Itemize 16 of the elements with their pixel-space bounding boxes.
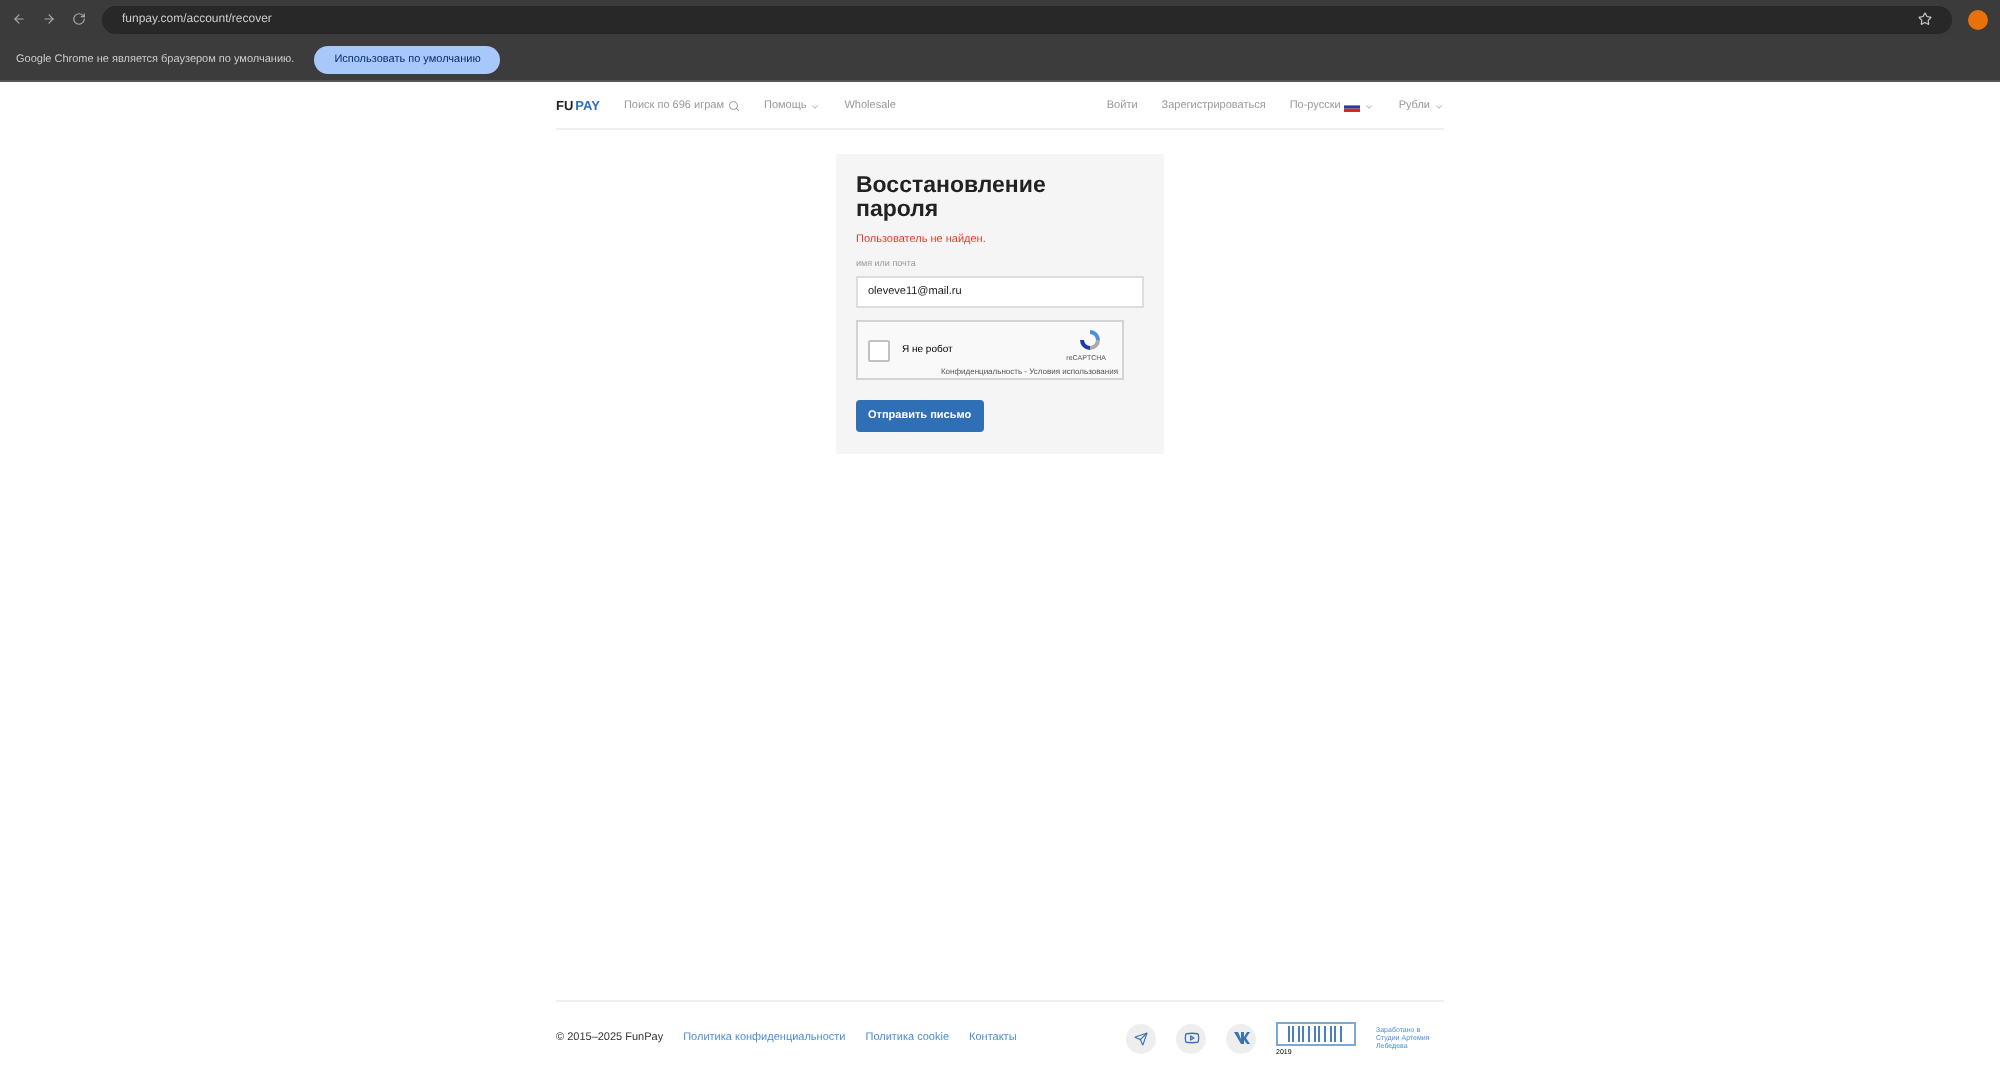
caret-icon (810, 101, 821, 111)
barcode-icon (1276, 1021, 1356, 1045)
form-title: Восстановление пароля (856, 174, 1048, 222)
back-icon[interactable] (12, 12, 26, 26)
star-icon[interactable] (1918, 12, 1932, 26)
flag-icon (1344, 101, 1361, 111)
profile-avatar[interactable] (1968, 9, 1988, 29)
caret-icon (1364, 101, 1375, 111)
caret-icon (1434, 101, 1444, 111)
vk-icon[interactable] (1226, 1023, 1256, 1053)
telegram-icon[interactable] (1126, 1023, 1156, 1053)
forward-icon[interactable] (42, 12, 56, 26)
recaptcha-icon (1078, 328, 1102, 352)
youtube-icon[interactable] (1176, 1023, 1206, 1053)
captcha-checkbox[interactable] (868, 339, 890, 361)
reload-icon[interactable] (72, 12, 86, 26)
